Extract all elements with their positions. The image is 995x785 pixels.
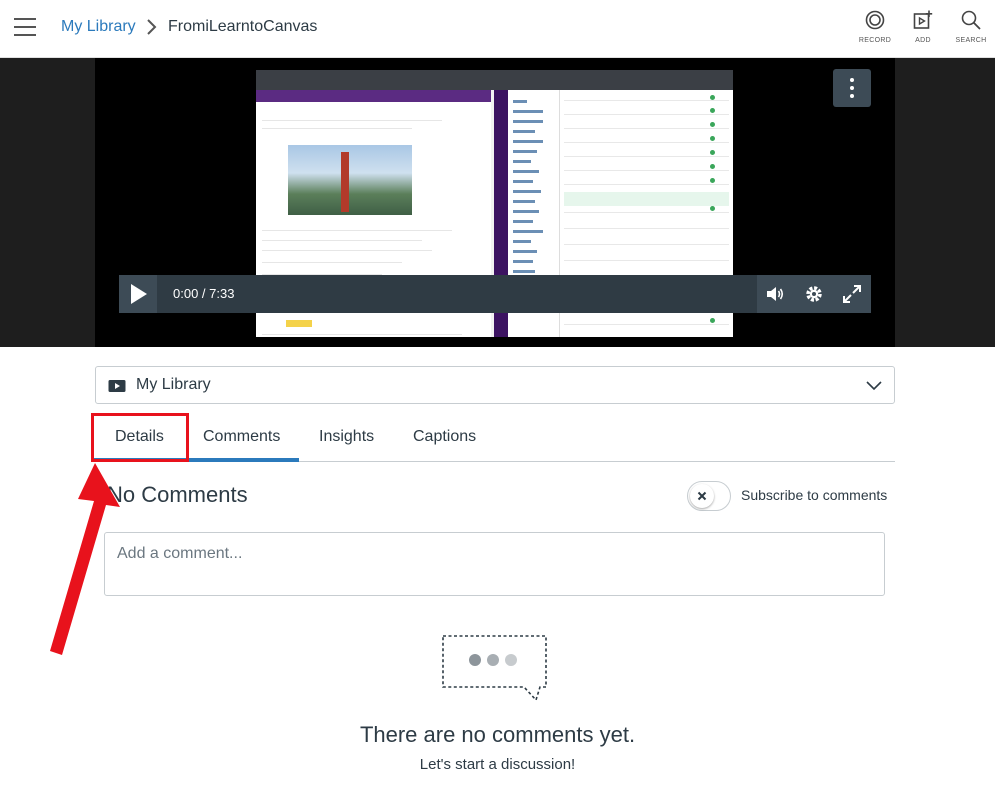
chevron-right-icon — [147, 19, 157, 35]
subscribe-toggle[interactable] — [687, 481, 731, 511]
tab-insights[interactable]: Insights — [319, 428, 374, 446]
annotation-arrow — [50, 463, 120, 655]
time-display: 0:00 / 7:33 — [173, 286, 235, 301]
search-button[interactable]: SEARCH — [951, 10, 991, 44]
tab-bar: Details Comments Insights Captions — [95, 412, 895, 462]
close-icon — [697, 491, 707, 501]
library-select[interactable]: My Library — [95, 366, 895, 404]
empty-state-subtitle: Let's start a discussion! — [419, 756, 576, 773]
video-player[interactable]: 0:00 / 7:33 — [95, 58, 895, 347]
volume-icon[interactable] — [765, 284, 785, 304]
play-icon — [131, 284, 147, 304]
empty-state-title: There are no comments yet. — [359, 722, 636, 747]
video-area: 0:00 / 7:33 — [0, 58, 995, 347]
add-media-icon — [913, 10, 933, 29]
chat-bubble-icon — [442, 635, 547, 702]
more-options-button[interactable] — [833, 69, 871, 107]
comment-input[interactable] — [104, 532, 885, 596]
player-controls: 0:00 / 7:33 — [119, 275, 871, 313]
settings-gear-icon[interactable] — [804, 284, 824, 304]
tab-comments[interactable]: Comments — [203, 428, 280, 446]
play-button[interactable] — [119, 275, 157, 313]
toggle-knob — [690, 484, 714, 508]
library-select-value: My Library — [136, 376, 211, 393]
video-library-icon — [108, 380, 126, 392]
top-bar: My Library FromiLearntoCanvas RECORD ADD… — [0, 0, 995, 58]
search-label: SEARCH — [955, 37, 987, 44]
record-label: RECORD — [858, 37, 892, 44]
add-button[interactable]: ADD — [903, 10, 943, 44]
record-icon — [865, 10, 885, 30]
fullscreen-icon[interactable] — [842, 284, 862, 304]
breadcrumb-current: FromiLearntoCanvas — [168, 18, 318, 35]
chevron-down-icon — [866, 381, 882, 391]
hamburger-menu-icon[interactable] — [14, 18, 36, 36]
add-label: ADD — [915, 37, 931, 44]
subscribe-label: Subscribe to comments — [741, 487, 888, 503]
record-button[interactable]: RECORD — [855, 10, 895, 44]
progress-bar[interactable] — [157, 275, 757, 313]
tab-captions[interactable]: Captions — [413, 428, 476, 446]
search-icon — [961, 10, 981, 30]
breadcrumb-my-library[interactable]: My Library — [61, 18, 136, 36]
